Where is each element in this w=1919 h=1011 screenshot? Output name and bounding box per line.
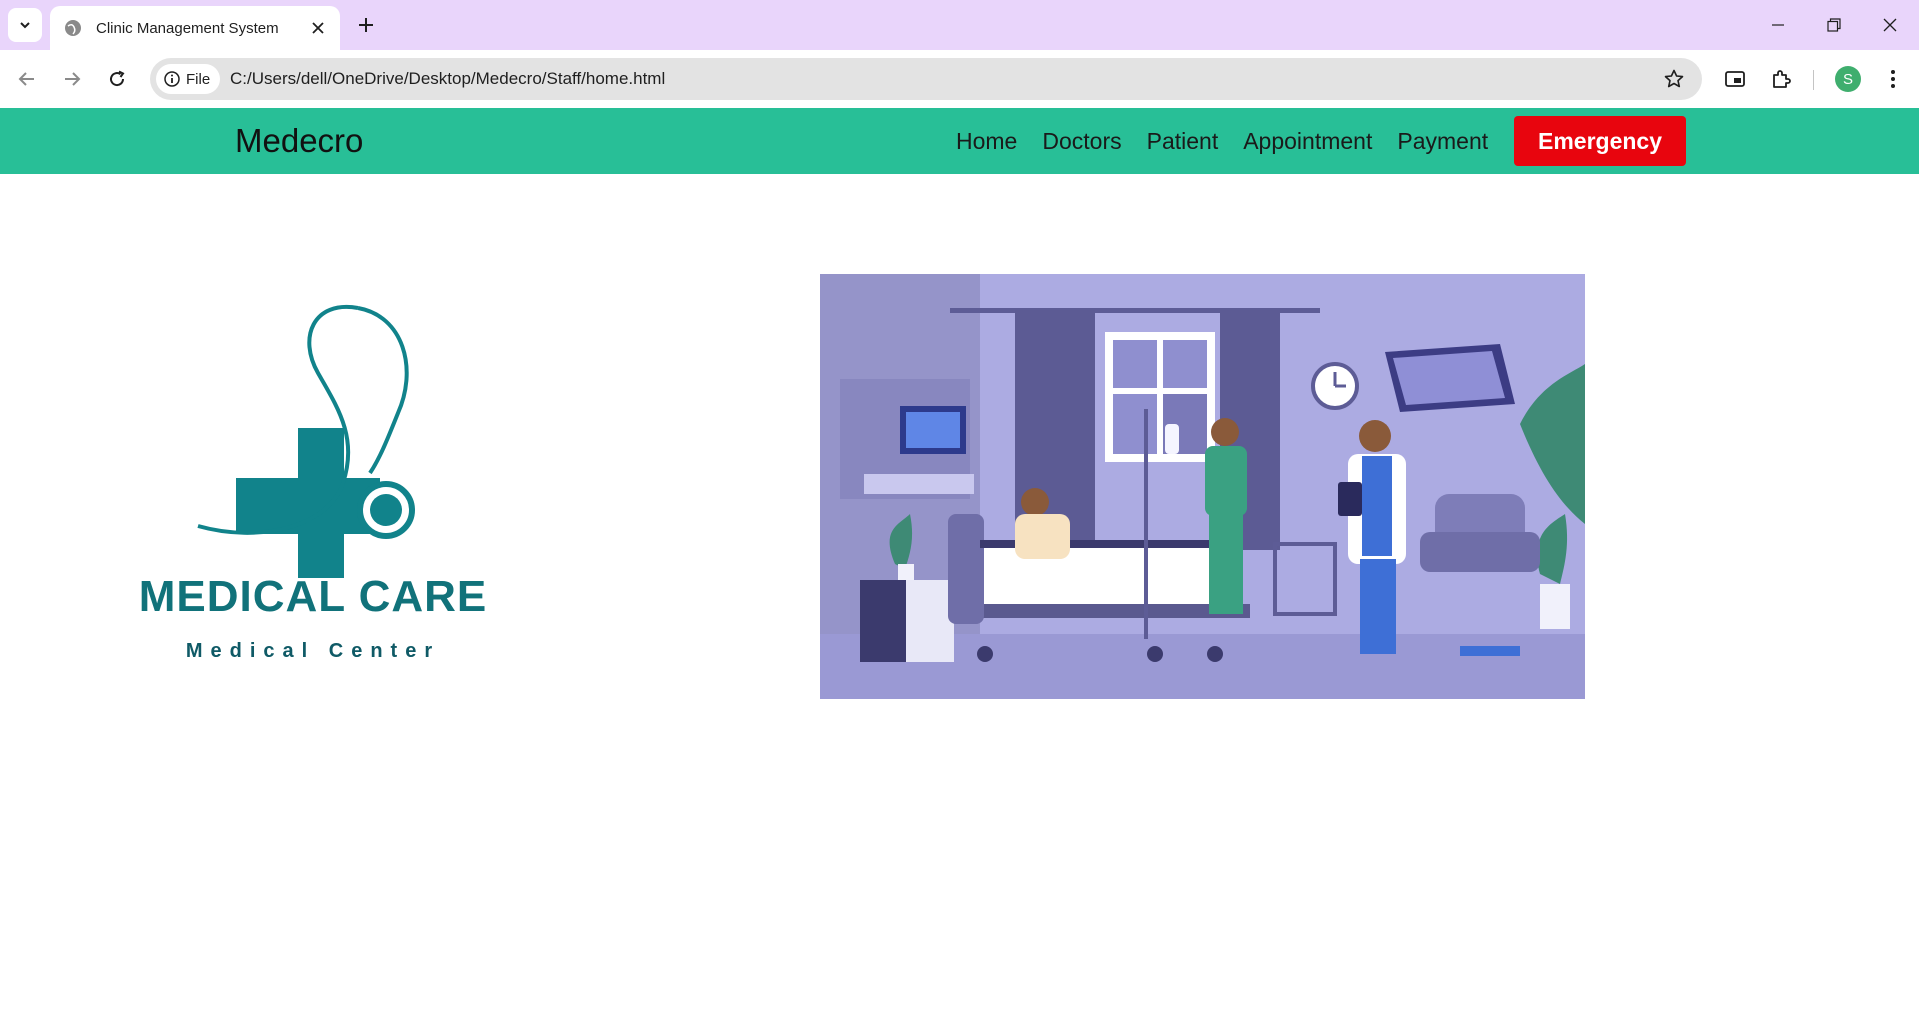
hospital-room-image: [820, 274, 1585, 699]
bookmark-star-button[interactable]: [1662, 67, 1686, 91]
more-vertical-icon: [1891, 70, 1895, 88]
address-bar[interactable]: File C:/Users/dell/OneDrive/Desktop/Mede…: [150, 58, 1702, 100]
browser-toolbar: File C:/Users/dell/OneDrive/Desktop/Mede…: [0, 50, 1919, 108]
back-button[interactable]: [8, 60, 46, 98]
logo-title: MEDICAL CARE: [138, 572, 488, 621]
nav-links: Home Doctors Patient Appointment Payment: [956, 108, 1513, 174]
profile-avatar[interactable]: S: [1835, 66, 1861, 92]
close-icon: [312, 22, 324, 34]
restore-button[interactable]: [1814, 8, 1854, 42]
arrow-left-icon: [18, 72, 34, 86]
active-tab[interactable]: Clinic Management System: [50, 6, 340, 50]
extensions-button[interactable]: [1764, 62, 1798, 96]
logo-emblem: [197, 304, 415, 578]
picture-in-picture-button[interactable]: [1718, 62, 1752, 96]
url-text[interactable]: C:/Users/dell/OneDrive/Desktop/Medecro/S…: [230, 69, 665, 89]
hospital-room-illustration: [820, 274, 1585, 699]
reload-icon: [110, 70, 125, 87]
browser-tab-strip: Clinic Management System: [0, 0, 1919, 50]
close-window-button[interactable]: [1870, 8, 1910, 42]
nav-link-patient[interactable]: Patient: [1147, 128, 1219, 155]
close-tab-button[interactable]: [306, 16, 330, 40]
nav-link-doctors[interactable]: Doctors: [1042, 128, 1121, 155]
site-navbar: Medecro Home Doctors Patient Appointment…: [0, 108, 1919, 174]
nav-link-payment[interactable]: Payment: [1397, 128, 1488, 155]
minimize-button[interactable]: [1758, 8, 1798, 42]
tab-search-button[interactable]: [8, 8, 42, 42]
info-icon: [164, 71, 180, 87]
plus-icon: [359, 18, 373, 32]
site-info-chip[interactable]: File: [156, 64, 220, 94]
minimize-icon: [1772, 24, 1784, 26]
arrow-right-icon: [65, 72, 81, 86]
new-tab-button[interactable]: [352, 11, 380, 39]
picture-in-picture-icon: [1725, 71, 1745, 87]
nav-link-home[interactable]: Home: [956, 128, 1017, 155]
logo-subtitle: Medical Center: [185, 640, 441, 662]
forward-button[interactable]: [53, 60, 91, 98]
globe-icon: [65, 20, 81, 36]
medical-care-logo: MEDICAL CARE Medical Center: [118, 298, 508, 678]
site-chip-label: File: [186, 70, 211, 88]
browser-menu-button[interactable]: [1876, 62, 1910, 96]
puzzle-icon: [1773, 70, 1791, 88]
chevron-down-icon: [20, 22, 30, 29]
nav-link-appointment[interactable]: Appointment: [1243, 128, 1372, 155]
brand-name[interactable]: Medecro: [235, 122, 363, 160]
reload-button[interactable]: [98, 60, 136, 98]
restore-icon: [1827, 18, 1841, 32]
emergency-button[interactable]: Emergency: [1514, 116, 1686, 166]
tab-title: Clinic Management System: [96, 19, 279, 37]
star-icon: [1664, 69, 1684, 88]
toolbar-separator: [1813, 70, 1814, 90]
close-icon: [1883, 18, 1897, 32]
